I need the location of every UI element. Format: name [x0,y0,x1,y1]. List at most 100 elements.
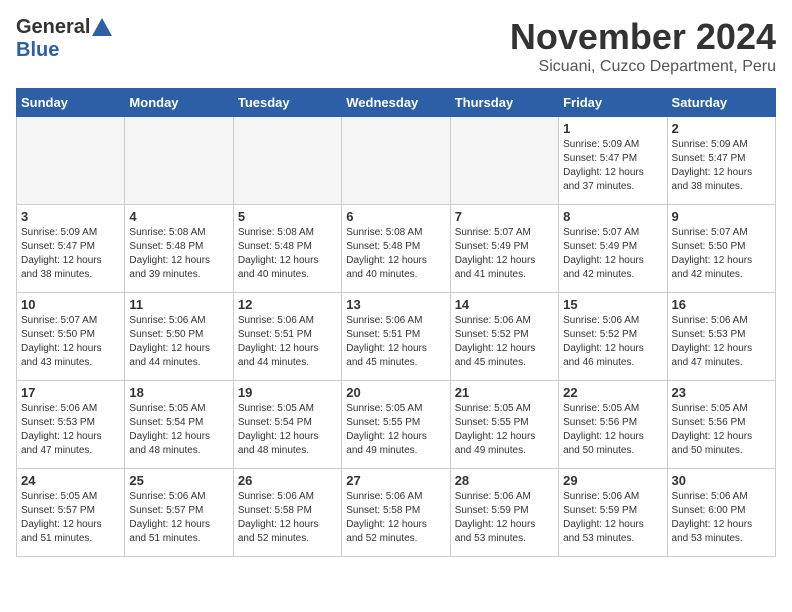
day-info: Sunrise: 5:08 AM Sunset: 5:48 PM Dayligh… [238,226,337,282]
day-number: 13 [346,297,445,312]
day-info: Sunrise: 5:08 AM Sunset: 5:48 PM Dayligh… [129,226,228,282]
day-info: Sunrise: 5:06 AM Sunset: 5:59 PM Dayligh… [563,490,662,546]
calendar-cell: 8 Sunrise: 5:07 AM Sunset: 5:49 PM Daylig… [559,205,667,293]
weekday-header-saturday: Saturday [667,89,775,117]
day-info: Sunrise: 5:07 AM Sunset: 5:49 PM Dayligh… [455,226,554,282]
day-number: 16 [672,297,771,312]
month-title: November 2024 [510,16,776,58]
day-number: 20 [346,385,445,400]
calendar-cell: 16 Sunrise: 5:06 AM Sunset: 5:53 PM Dayli… [667,293,775,381]
day-number: 12 [238,297,337,312]
header: General Blue November 2024 Sicuani, Cuzc… [16,16,776,76]
day-info: Sunrise: 5:09 AM Sunset: 5:47 PM Dayligh… [563,138,662,194]
day-info: Sunrise: 5:06 AM Sunset: 5:53 PM Dayligh… [21,402,120,458]
calendar-cell [233,117,341,205]
subtitle: Sicuani, Cuzco Department, Peru [510,58,776,76]
calendar-cell: 30Sunrise: 5:06 AM Sunset: 6:00 PM Dayli… [667,469,775,557]
logo: General Blue [16,16,112,62]
day-number: 4 [129,209,228,224]
calendar-cell: 22 Sunrise: 5:05 AM Sunset: 5:56 PM Dayli… [559,381,667,469]
day-info: Sunrise: 5:06 AM Sunset: 5:53 PM Dayligh… [672,314,771,370]
calendar-cell: 29 Sunrise: 5:06 AM Sunset: 5:59 PM Dayli… [559,469,667,557]
day-number: 17 [21,385,120,400]
calendar-week-row: 17 Sunrise: 5:06 AM Sunset: 5:53 PM Dayli… [17,381,776,469]
day-info: Sunrise: 5:06 AM Sunset: 5:58 PM Dayligh… [238,490,337,546]
calendar-cell: 10Sunrise: 5:07 AM Sunset: 5:50 PM Dayli… [17,293,125,381]
calendar-cell: 28Sunrise: 5:06 AM Sunset: 5:59 PM Dayli… [450,469,558,557]
calendar-cell: 4 Sunrise: 5:08 AM Sunset: 5:48 PM Daylig… [125,205,233,293]
calendar-week-row: 24 Sunrise: 5:05 AM Sunset: 5:57 PM Dayli… [17,469,776,557]
calendar-cell: 20 Sunrise: 5:05 AM Sunset: 5:55 PM Dayli… [342,381,450,469]
day-number: 19 [238,385,337,400]
calendar-cell: 15 Sunrise: 5:06 AM Sunset: 5:52 PM Dayli… [559,293,667,381]
day-number: 6 [346,209,445,224]
calendar-cell: 21 Sunrise: 5:05 AM Sunset: 5:55 PM Dayli… [450,381,558,469]
calendar-cell: 3Sunrise: 5:09 AM Sunset: 5:47 PM Daylig… [17,205,125,293]
calendar-cell: 2 Sunrise: 5:09 AM Sunset: 5:47 PM Daylig… [667,117,775,205]
day-info: Sunrise: 5:06 AM Sunset: 6:00 PM Dayligh… [672,490,771,546]
calendar-cell: 25 Sunrise: 5:06 AM Sunset: 5:57 PM Dayli… [125,469,233,557]
day-number: 22 [563,385,662,400]
day-info: Sunrise: 5:07 AM Sunset: 5:50 PM Dayligh… [672,226,771,282]
title-section: November 2024 Sicuani, Cuzco Department,… [510,16,776,76]
day-number: 5 [238,209,337,224]
calendar-cell: 9 Sunrise: 5:07 AM Sunset: 5:50 PM Daylig… [667,205,775,293]
day-info: Sunrise: 5:09 AM Sunset: 5:47 PM Dayligh… [21,226,120,282]
day-number: 14 [455,297,554,312]
calendar-cell: 1Sunrise: 5:09 AM Sunset: 5:47 PM Daylig… [559,117,667,205]
day-number: 21 [455,385,554,400]
day-info: Sunrise: 5:06 AM Sunset: 5:52 PM Dayligh… [455,314,554,370]
calendar-cell: 26 Sunrise: 5:06 AM Sunset: 5:58 PM Dayli… [233,469,341,557]
calendar-cell: 23Sunrise: 5:05 AM Sunset: 5:56 PM Dayli… [667,381,775,469]
calendar-cell: 24 Sunrise: 5:05 AM Sunset: 5:57 PM Dayli… [17,469,125,557]
day-number: 29 [563,473,662,488]
weekday-header-thursday: Thursday [450,89,558,117]
day-info: Sunrise: 5:05 AM Sunset: 5:55 PM Dayligh… [346,402,445,458]
calendar-cell [125,117,233,205]
day-info: Sunrise: 5:06 AM Sunset: 5:58 PM Dayligh… [346,490,445,546]
calendar-week-row: 10Sunrise: 5:07 AM Sunset: 5:50 PM Dayli… [17,293,776,381]
logo-blue: Blue [16,39,59,62]
day-number: 9 [672,209,771,224]
day-info: Sunrise: 5:05 AM Sunset: 5:56 PM Dayligh… [563,402,662,458]
calendar-cell: 13Sunrise: 5:06 AM Sunset: 5:51 PM Dayli… [342,293,450,381]
calendar-cell: 18 Sunrise: 5:05 AM Sunset: 5:54 PM Dayli… [125,381,233,469]
calendar-cell: 7 Sunrise: 5:07 AM Sunset: 5:49 PM Daylig… [450,205,558,293]
day-number: 2 [672,121,771,136]
day-info: Sunrise: 5:09 AM Sunset: 5:47 PM Dayligh… [672,138,771,194]
calendar-cell [342,117,450,205]
calendar-cell [450,117,558,205]
calendar-cell: 27Sunrise: 5:06 AM Sunset: 5:58 PM Dayli… [342,469,450,557]
day-number: 26 [238,473,337,488]
calendar-cell: 19 Sunrise: 5:05 AM Sunset: 5:54 PM Dayli… [233,381,341,469]
day-number: 25 [129,473,228,488]
calendar-cell: 5 Sunrise: 5:08 AM Sunset: 5:48 PM Daylig… [233,205,341,293]
logo-triangle-icon [92,18,112,36]
calendar-cell: 17 Sunrise: 5:06 AM Sunset: 5:53 PM Dayli… [17,381,125,469]
day-info: Sunrise: 5:06 AM Sunset: 5:52 PM Dayligh… [563,314,662,370]
calendar-header-row: SundayMondayTuesdayWednesdayThursdayFrid… [17,89,776,117]
day-info: Sunrise: 5:07 AM Sunset: 5:49 PM Dayligh… [563,226,662,282]
day-info: Sunrise: 5:05 AM Sunset: 5:54 PM Dayligh… [238,402,337,458]
day-info: Sunrise: 5:06 AM Sunset: 5:59 PM Dayligh… [455,490,554,546]
day-number: 18 [129,385,228,400]
day-number: 15 [563,297,662,312]
day-number: 24 [21,473,120,488]
calendar-cell: 14 Sunrise: 5:06 AM Sunset: 5:52 PM Dayli… [450,293,558,381]
day-number: 23 [672,385,771,400]
weekday-header-sunday: Sunday [17,89,125,117]
weekday-header-monday: Monday [125,89,233,117]
day-info: Sunrise: 5:05 AM Sunset: 5:55 PM Dayligh… [455,402,554,458]
weekday-header-friday: Friday [559,89,667,117]
day-info: Sunrise: 5:06 AM Sunset: 5:50 PM Dayligh… [129,314,228,370]
day-info: Sunrise: 5:05 AM Sunset: 5:54 PM Dayligh… [129,402,228,458]
day-number: 11 [129,297,228,312]
weekday-header-tuesday: Tuesday [233,89,341,117]
weekday-header-wednesday: Wednesday [342,89,450,117]
day-number: 8 [563,209,662,224]
day-info: Sunrise: 5:08 AM Sunset: 5:48 PM Dayligh… [346,226,445,282]
day-info: Sunrise: 5:05 AM Sunset: 5:57 PM Dayligh… [21,490,120,546]
day-info: Sunrise: 5:06 AM Sunset: 5:57 PM Dayligh… [129,490,228,546]
day-info: Sunrise: 5:07 AM Sunset: 5:50 PM Dayligh… [21,314,120,370]
day-number: 7 [455,209,554,224]
